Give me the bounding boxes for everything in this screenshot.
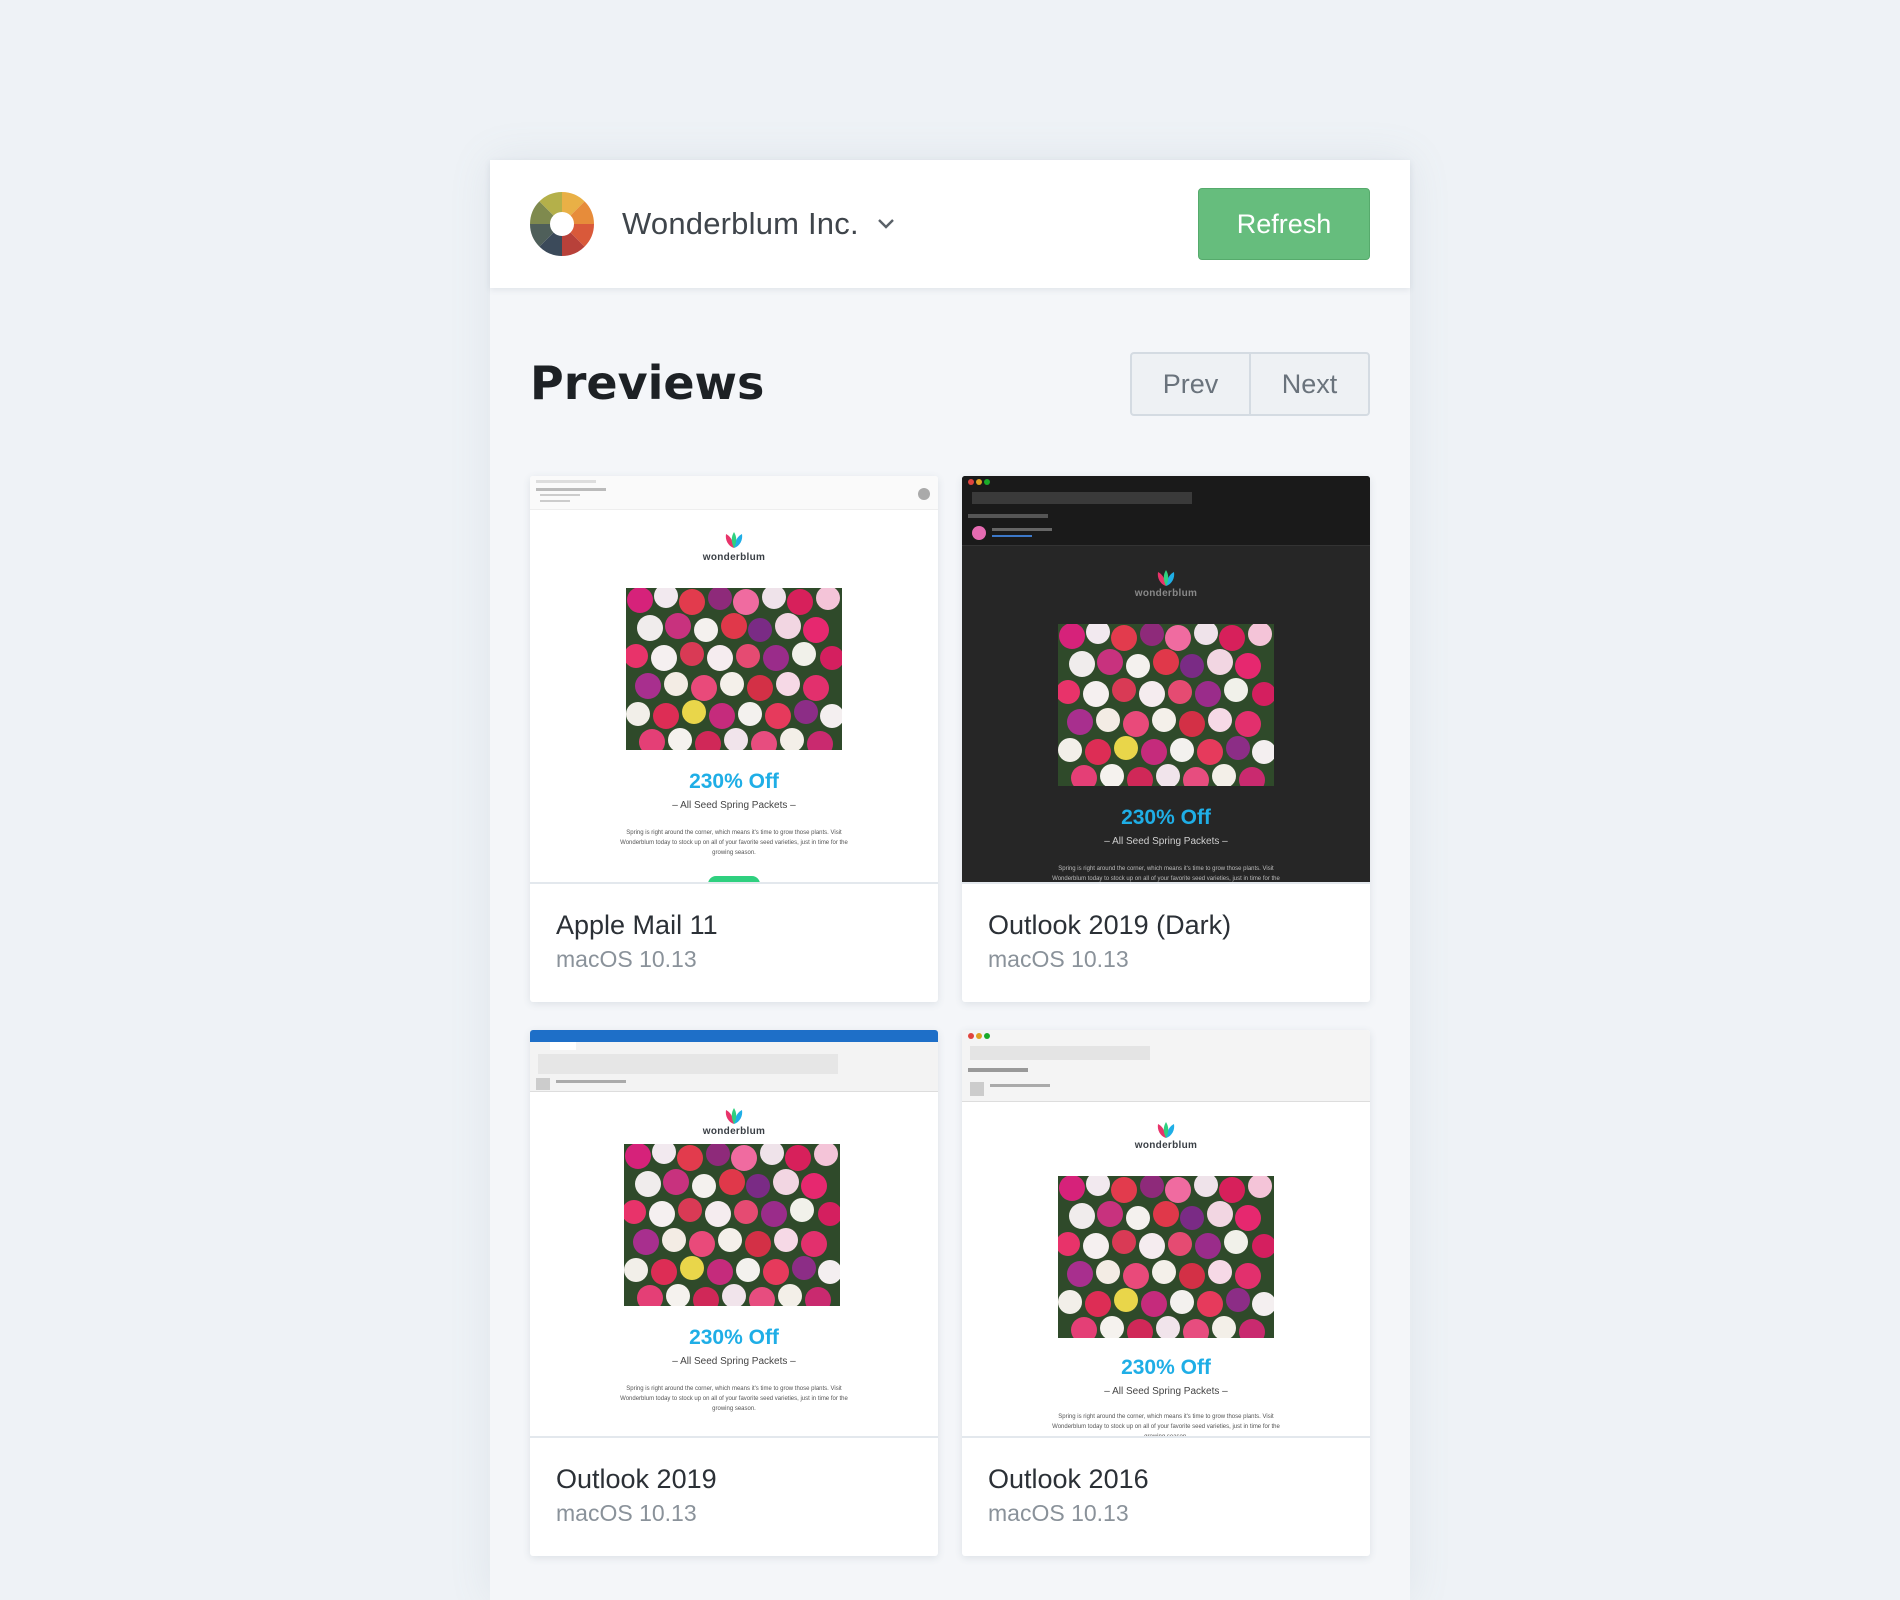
tulips-photo — [624, 1144, 840, 1306]
mail-toolbar — [962, 476, 1370, 546]
offer-headline: 230% Off — [1121, 1356, 1211, 1379]
client-os: macOS 10.13 — [556, 1500, 697, 1526]
preview-thumbnail[interactable]: wonderblum 230% Off – All Seed Spring Pa… — [530, 1030, 938, 1438]
client-os: macOS 10.13 — [988, 946, 1129, 972]
offer-body: Spring is right around the corner, which… — [1052, 1414, 1280, 1438]
mail-ribbon — [962, 1030, 1370, 1102]
brand-logo-icon — [1157, 570, 1175, 586]
brand-logo-icon — [1157, 1122, 1175, 1138]
prev-button[interactable]: Prev — [1132, 354, 1249, 414]
client-os: macOS 10.13 — [556, 946, 697, 972]
mail-ribbon — [530, 1030, 938, 1092]
brand-logo-icon — [725, 532, 743, 548]
cta-button — [708, 876, 760, 882]
previews-panel: Wonderblum Inc. Refresh Previews Prev Ne… — [490, 160, 1410, 1600]
org-logo-icon — [530, 192, 594, 256]
offer-headline: 230% Off — [1121, 806, 1211, 829]
client-name: Outlook 2019 — [556, 1464, 717, 1494]
brand-name: wonderblum — [702, 1126, 766, 1137]
tulips-photo — [1058, 624, 1274, 786]
offer-body: Spring is right around the corner, which… — [620, 1386, 848, 1412]
brand-name: wonderblum — [1134, 588, 1198, 599]
preview-thumbnail[interactable]: wonderblum 230% Off – All Seed Spring Pa… — [530, 476, 938, 884]
client-name: Outlook 2016 — [988, 1464, 1149, 1494]
chevron-down-icon — [877, 219, 894, 229]
offer-body: Spring is right around the corner, which… — [1052, 866, 1280, 882]
offer-subline: – All Seed Spring Packets – — [672, 1356, 796, 1367]
preview-thumbnail[interactable]: wonderblum 230% Off – All Seed Spring Pa… — [962, 1030, 1370, 1438]
client-name: Outlook 2019 (Dark) — [988, 910, 1232, 940]
client-os: macOS 10.13 — [988, 1500, 1129, 1526]
brand-logo-icon — [725, 1108, 743, 1124]
preview-card-apple-mail[interactable]: wonderblum 230% Off – All Seed Spring Pa… — [530, 476, 938, 1002]
brand-name: wonderblum — [702, 552, 766, 563]
offer-subline: – All Seed Spring Packets – — [1104, 1386, 1228, 1397]
top-bar: Wonderblum Inc. Refresh — [490, 160, 1410, 288]
refresh-button[interactable]: Refresh — [1198, 188, 1370, 260]
offer-headline: 230% Off — [689, 770, 779, 793]
org-name: Wonderblum Inc. — [622, 206, 859, 241]
org-switcher[interactable]: Wonderblum Inc. — [622, 206, 895, 242]
preview-card-outlook-2019[interactable]: wonderblum 230% Off – All Seed Spring Pa… — [530, 1030, 938, 1556]
brand-name: wonderblum — [1134, 1140, 1198, 1151]
client-name: Apple Mail 11 — [556, 910, 718, 940]
tulips-photo — [1058, 1176, 1274, 1338]
page-title: Previews — [530, 356, 765, 410]
preview-card-outlook-2016[interactable]: wonderblum 230% Off – All Seed Spring Pa… — [962, 1030, 1370, 1556]
tulips-photo — [626, 588, 842, 750]
mail-header — [530, 476, 938, 510]
pagination: Prev Next — [1130, 352, 1370, 416]
offer-body: Spring is right around the corner, which… — [620, 830, 848, 856]
preview-thumbnail[interactable]: wonderblum 230% Off – All Seed Spring Pa… — [962, 476, 1370, 884]
offer-subline: – All Seed Spring Packets – — [672, 800, 796, 811]
next-button[interactable]: Next — [1249, 354, 1368, 414]
offer-headline: 230% Off — [689, 1326, 779, 1349]
offer-subline: – All Seed Spring Packets – — [1104, 836, 1228, 847]
preview-card-outlook-2019-dark[interactable]: wonderblum 230% Off – All Seed Spring Pa… — [962, 476, 1370, 1002]
